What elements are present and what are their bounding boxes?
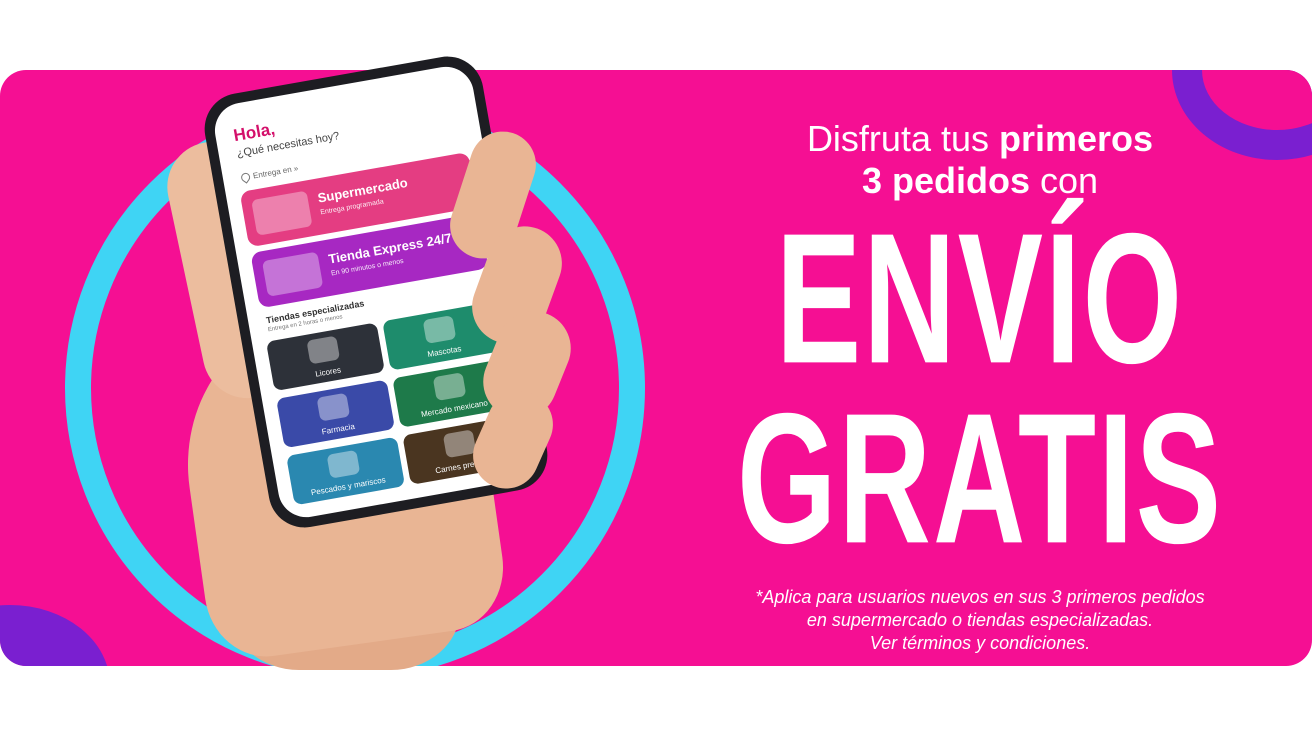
delivery-location: Entrega en » [239, 164, 299, 184]
promo-fine-print: *Aplica para usuarios nuevos en sus 3 pr… [755, 587, 1205, 653]
tile-farmacia: Farmacia [276, 379, 396, 449]
promo-big-gratis: GRATIS [736, 375, 1224, 583]
promo-big-envio: ENVÍO [775, 195, 1185, 403]
meat-icon [442, 429, 477, 459]
tile-pescados: Pescados y mariscos [286, 436, 406, 506]
tile-licores: Licores [265, 322, 385, 392]
corner-decoration-bottom-left [0, 605, 110, 666]
fish-icon [326, 449, 361, 479]
delivery-truck-icon [251, 190, 313, 236]
pet-icon [422, 315, 457, 344]
promo-headline: Disfruta tus primeros 3 pedidos con [806, 118, 1154, 201]
liquor-icon [306, 335, 341, 365]
food-plate-icon [432, 372, 467, 402]
scooter-icon [261, 251, 324, 297]
first-aid-icon [316, 392, 351, 422]
location-pin-icon [239, 171, 252, 184]
